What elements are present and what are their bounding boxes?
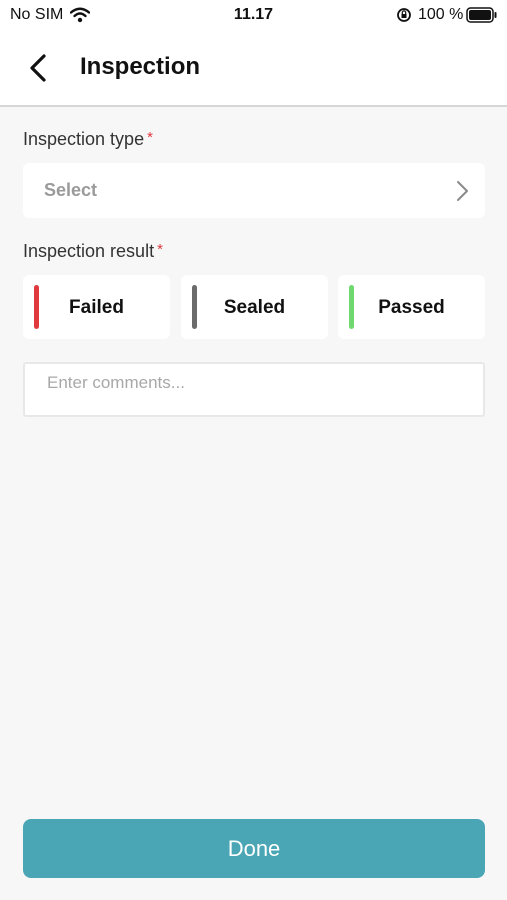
status-bar: No SIM 11.17 100 % xyxy=(0,0,507,30)
chevron-left-icon xyxy=(30,54,46,82)
page-title: Inspection xyxy=(80,53,201,80)
required-marker: * xyxy=(157,241,163,258)
required-marker: * xyxy=(147,129,153,146)
result-passed-button[interactable]: Passed xyxy=(338,275,485,339)
back-button[interactable] xyxy=(22,50,58,86)
battery-icon xyxy=(466,7,498,28)
comments-field xyxy=(23,362,485,417)
inspection-type-select[interactable]: Select xyxy=(23,163,485,218)
navigation-bar: Inspection xyxy=(0,30,507,107)
inspection-type-label: Inspection type * xyxy=(23,129,153,150)
done-button[interactable]: Done xyxy=(23,819,485,878)
result-failed-button[interactable]: Failed xyxy=(23,275,170,339)
result-sealed-button[interactable]: Sealed xyxy=(181,275,328,339)
inspection-type-placeholder: Select xyxy=(44,180,98,200)
result-passed-label: Passed xyxy=(378,297,445,318)
result-sealed-label: Sealed xyxy=(223,297,286,318)
inspection-result-label: Inspection result * xyxy=(23,241,163,262)
orientation-lock-icon xyxy=(396,7,412,28)
comments-input[interactable] xyxy=(25,364,483,415)
result-failed-label: Failed xyxy=(69,297,124,318)
inspection-type-label-text: Inspection type xyxy=(23,129,145,149)
battery-percentage: 100 % xyxy=(418,6,464,23)
chevron-right-icon xyxy=(455,180,469,207)
inspection-result-label-text: Inspection result xyxy=(23,241,155,261)
